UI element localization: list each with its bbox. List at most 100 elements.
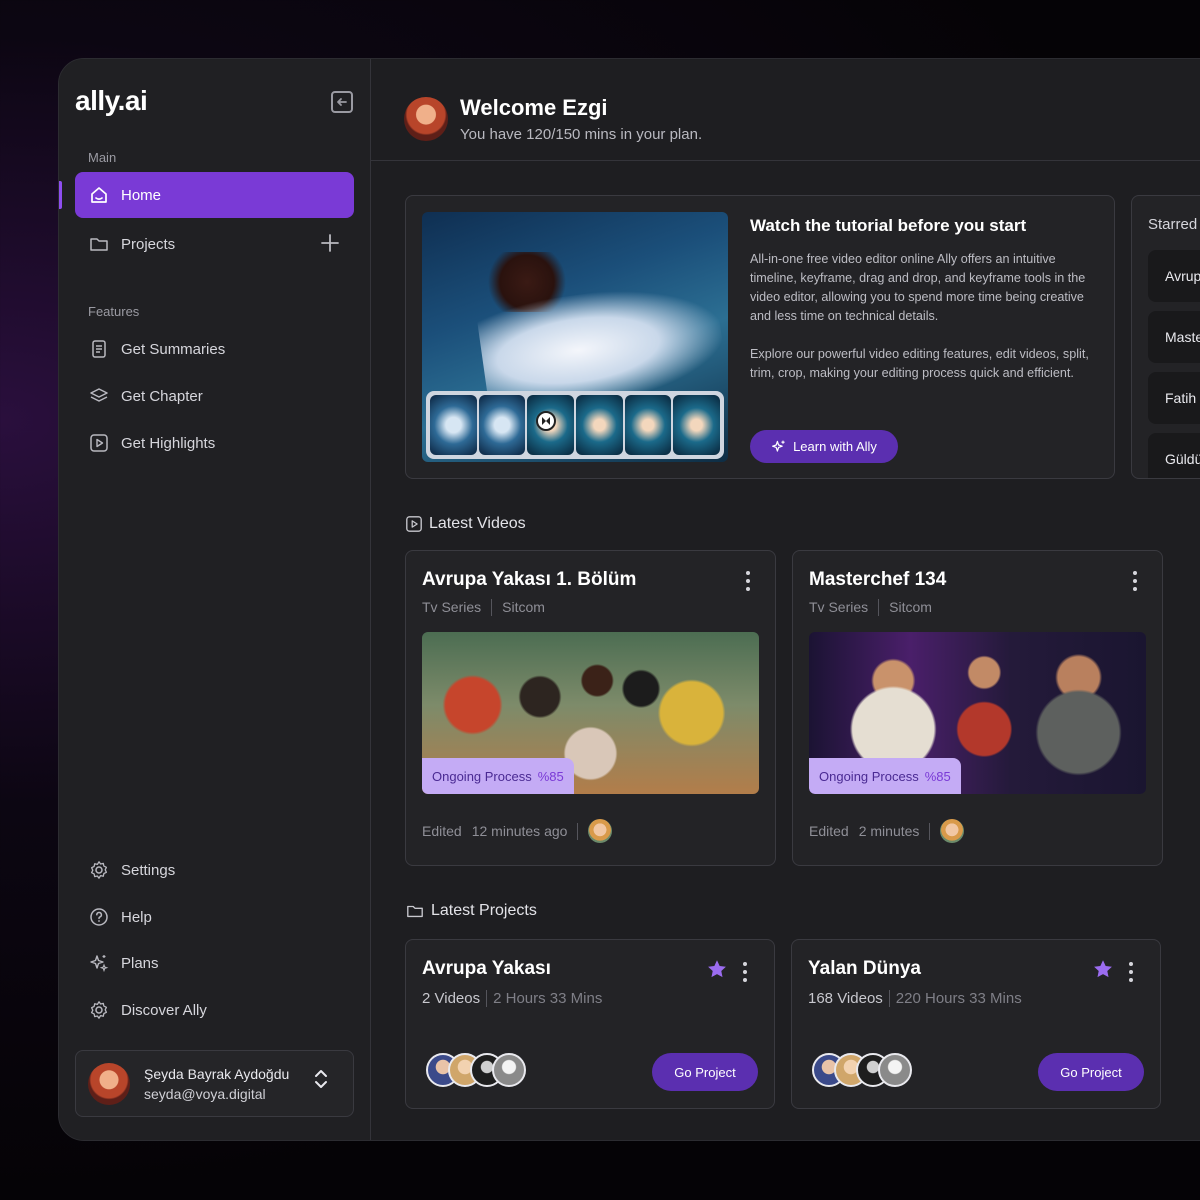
avatar bbox=[492, 1053, 526, 1087]
project-meta: 168 Videos 220 Hours 33 Mins bbox=[808, 990, 1022, 1007]
sidebar-item-discover-ally[interactable]: Discover Ally bbox=[75, 987, 354, 1033]
user-profile-card[interactable]: Şeyda Bayrak Aydoğdu seyda@voya.digital bbox=[75, 1050, 354, 1117]
progress-badge: Ongoing Process %85 bbox=[422, 758, 574, 794]
divider bbox=[878, 599, 880, 616]
video-thumbnail[interactable]: Ongoing Process %85 bbox=[422, 632, 759, 794]
more-options-icon[interactable] bbox=[1132, 571, 1138, 591]
sidebar-item-get-summaries[interactable]: Get Summaries bbox=[75, 326, 354, 372]
main-section-label: Main bbox=[88, 150, 117, 165]
video-meta: Tv Series Sitcom bbox=[809, 599, 932, 616]
home-icon bbox=[91, 187, 107, 203]
sidebar-item-get-highlights[interactable]: Get Highlights bbox=[75, 420, 354, 466]
sparkle-icon bbox=[90, 955, 109, 973]
timeline-frame bbox=[430, 395, 477, 455]
tutorial-card: Watch the tutorial before you start All-… bbox=[405, 195, 1115, 479]
timeline-scrubber-handle[interactable] bbox=[536, 411, 556, 431]
video-count: 168 Videos bbox=[808, 990, 883, 1007]
button-label: Learn with Ally bbox=[793, 439, 877, 454]
tutorial-description: All-in-one free video editor online Ally… bbox=[750, 250, 1106, 383]
more-options-icon[interactable] bbox=[742, 962, 748, 982]
gear-icon bbox=[90, 861, 108, 879]
learn-with-ally-button[interactable]: Learn with Ally bbox=[750, 430, 898, 463]
header: Welcome Ezgi You have 120/150 mins in yo… bbox=[371, 59, 1200, 161]
sidebar-item-settings[interactable]: Settings bbox=[75, 847, 354, 893]
starred-item[interactable]: Güldür Güldür bbox=[1148, 433, 1200, 478]
progress-badge: Ongoing Process %85 bbox=[809, 758, 961, 794]
go-project-button[interactable]: Go Project bbox=[1038, 1053, 1144, 1091]
divider bbox=[577, 822, 579, 840]
more-options-icon[interactable] bbox=[1128, 962, 1134, 982]
starred-item[interactable]: Masterchef bbox=[1148, 311, 1200, 363]
sidebar-item-label: Plans bbox=[121, 954, 159, 972]
project-card[interactable]: Avrupa Yakası 2 Videos 2 Hours 33 Mins G… bbox=[405, 939, 775, 1109]
video-thumbnail[interactable]: Ongoing Process %85 bbox=[809, 632, 1146, 794]
divider bbox=[929, 822, 931, 840]
sparkle-icon bbox=[772, 440, 785, 452]
user-name: Şeyda Bayrak Aydoğdu bbox=[144, 1065, 290, 1082]
active-indicator bbox=[59, 181, 62, 209]
latest-videos-heading: Latest Videos bbox=[405, 515, 526, 533]
starred-panel: Starred Avrupa Yakası Masterchef Fatih H… bbox=[1131, 195, 1200, 479]
sidebar-item-get-chapter[interactable]: Get Chapter bbox=[75, 373, 354, 419]
main-content: Welcome Ezgi You have 120/150 mins in yo… bbox=[371, 59, 1200, 1140]
go-project-button[interactable]: Go Project bbox=[652, 1053, 758, 1091]
timeline-frame bbox=[576, 395, 623, 455]
app-window: ally.ai Main Home Projects Features Get … bbox=[58, 58, 1200, 1141]
split-icon bbox=[542, 417, 550, 425]
timeline-frame bbox=[624, 395, 672, 455]
video-count: 2 Videos bbox=[422, 990, 481, 1007]
more-options-icon[interactable] bbox=[745, 571, 751, 591]
progress-value: %85 bbox=[924, 768, 951, 784]
video-card[interactable]: Masterchef 134 Tv Series Sitcom Ongoing … bbox=[792, 550, 1163, 866]
project-title: Avrupa Yakası bbox=[422, 958, 551, 979]
video-title: Masterchef 134 bbox=[809, 569, 947, 590]
sidebar-item-label: Get Highlights bbox=[121, 434, 216, 452]
sidebar-item-label: Settings bbox=[121, 861, 176, 879]
user-email: seyda@voya.digital bbox=[144, 1085, 266, 1102]
starred-item[interactable]: Avrupa Yakası bbox=[1148, 250, 1200, 302]
sidebar-item-home[interactable]: Home bbox=[75, 172, 354, 218]
app-logo: ally.ai bbox=[75, 85, 148, 116]
avatar bbox=[588, 819, 613, 843]
plan-usage-text: You have 120/150 mins in your plan. bbox=[460, 126, 703, 143]
avatar bbox=[940, 819, 965, 843]
progress-value: %85 bbox=[537, 768, 564, 784]
star-icon[interactable] bbox=[706, 958, 728, 980]
arrow-left-icon bbox=[337, 98, 347, 106]
collaborator-avatars bbox=[426, 1053, 526, 1087]
video-footer: Edited 12 minutes ago bbox=[422, 819, 613, 843]
video-genre: Sitcom bbox=[889, 599, 932, 615]
sidebar-item-projects[interactable]: Projects bbox=[75, 221, 354, 267]
video-meta: Tv Series Sitcom bbox=[422, 599, 545, 616]
divider bbox=[491, 599, 493, 616]
video-card[interactable]: Avrupa Yakası 1. Bölüm Tv Series Sitcom … bbox=[405, 550, 776, 866]
collaborator-avatars bbox=[812, 1053, 912, 1087]
avatar bbox=[88, 1062, 130, 1105]
divider bbox=[486, 990, 488, 1007]
gear-icon bbox=[90, 1001, 108, 1019]
latest-projects-heading: Latest Projects bbox=[405, 902, 537, 920]
edited-label: Edited bbox=[809, 823, 849, 839]
video-genre: Sitcom bbox=[502, 599, 545, 615]
tutorial-video-thumbnail[interactable] bbox=[422, 212, 728, 462]
sidebar-item-help[interactable]: Help bbox=[75, 894, 354, 940]
video-timeline-strip[interactable] bbox=[426, 391, 724, 459]
layers-icon bbox=[90, 388, 108, 402]
welcome-title: Welcome Ezgi bbox=[460, 95, 608, 120]
star-icon[interactable] bbox=[1092, 958, 1114, 980]
project-card[interactable]: Yalan Dünya 168 Videos 220 Hours 33 Mins… bbox=[791, 939, 1161, 1109]
video-type: Tv Series bbox=[809, 599, 869, 615]
sidebar-item-label: Get Chapter bbox=[121, 387, 203, 405]
section-title-text: Latest Projects bbox=[431, 902, 537, 919]
starred-item[interactable]: Fatih Harbiye bbox=[1148, 372, 1200, 424]
sidebar-item-plans[interactable]: Plans bbox=[75, 940, 354, 986]
chevron-up-down-icon[interactable] bbox=[313, 1067, 329, 1091]
play-square-icon bbox=[406, 516, 422, 532]
plus-icon[interactable] bbox=[320, 233, 340, 253]
folder-icon bbox=[407, 905, 423, 918]
timeline-frame bbox=[673, 395, 721, 455]
play-square-icon bbox=[90, 434, 108, 452]
collapse-sidebar-button[interactable] bbox=[331, 91, 353, 113]
progress-label: Ongoing Process bbox=[432, 768, 532, 784]
edited-time: 2 minutes bbox=[858, 823, 920, 839]
